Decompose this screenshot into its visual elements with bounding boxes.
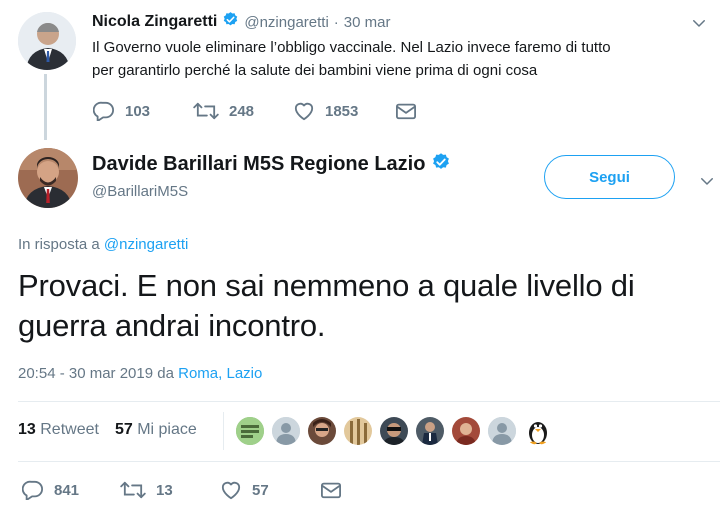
main-retweet-count: 13 [156,481,173,499]
header-separator: · [333,13,339,31]
retweet-stat-count: 13 [18,421,36,438]
liker-avatar[interactable] [306,415,338,447]
parent-tweet-text: Il Governo vuole eliminare l’obbligo vac… [92,36,712,82]
like-stat-count: 57 [114,421,133,438]
reply-context-handle[interactable]: @nzingaretti [104,236,188,253]
stats-bottom-divider [18,461,720,462]
liker-avatar[interactable] [234,415,266,447]
parent-avatar[interactable] [18,12,76,70]
main-author-handle[interactable]: @BarillariM5S [92,183,188,200]
reply-context-prefix: In risposta a [18,236,100,253]
verified-badge-icon [431,152,451,177]
follow-button-label: Segui [589,168,630,186]
follow-button[interactable]: Segui [544,155,675,199]
direct-message-icon [396,103,416,120]
parent-chevron-down-icon[interactable] [690,14,710,34]
main-text-line-1: Provaci. E non sai nemmeno a quale livel… [18,268,635,303]
stats-top-divider [18,401,720,402]
parent-reply-count: 103 [125,102,151,120]
liker-avatar[interactable] [342,415,374,447]
parent-like-count: 1853 [325,102,359,120]
parent-direct-message-button[interactable] [395,101,417,121]
main-action-bar: 841 13 57 [22,478,342,502]
main-retweet-button[interactable]: 13 [120,480,220,500]
liker-avatar[interactable] [270,415,302,447]
stats-vertical-divider [223,412,224,450]
parent-avatar-image [18,12,76,70]
main-reply-count: 841 [54,481,80,499]
reply-icon [22,480,43,500]
reply-icon [93,101,114,121]
like-stat[interactable]: 57 Mi piace [115,421,197,439]
main-like-count: 57 [252,481,269,499]
liker-avatar[interactable] [522,415,554,447]
parent-tweet-header: Nicola Zingaretti @nzingaretti · 30 mar [92,12,390,32]
parent-retweet-count: 248 [229,102,255,120]
like-stat-label: Mi piace [137,421,197,438]
parent-text-line-2: per garantirlo perché la salute dei bamb… [92,62,538,79]
main-reply-button[interactable]: 841 [22,480,120,500]
liker-avatar[interactable] [378,415,410,447]
parent-text-line-1: Il Governo vuole eliminare l’obbligo vac… [92,39,611,56]
main-author-row: Davide Barillari M5S Regione Lazio [92,151,451,177]
main-text-line-2: guerra andrai incontro. [18,308,326,343]
main-chevron-down-icon[interactable] [698,172,718,192]
retweet-stat[interactable]: 13 Retweet [18,421,99,439]
engagement-stats: 13 Retweet 57 Mi piace [18,421,197,439]
parent-reply-button[interactable]: 103 [93,101,193,121]
parent-author-name[interactable]: Nicola Zingaretti [92,13,217,31]
retweet-icon [120,481,146,499]
reply-context: In risposta a @nzingaretti [18,236,188,253]
like-icon [294,102,314,121]
main-like-button[interactable]: 57 [220,480,320,500]
tweet-location[interactable]: Roma, Lazio [178,365,262,382]
retweet-stat-label: Retweet [40,421,99,438]
liker-avatar[interactable] [450,415,482,447]
main-avatar[interactable] [18,148,78,208]
like-icon [221,481,241,500]
main-direct-message-button[interactable] [320,480,342,500]
tweet-timestamp[interactable]: 20:54 - 30 mar 2019 [18,365,153,382]
main-avatar-image [18,148,78,208]
retweet-icon [193,102,219,120]
parent-tweet-date[interactable]: 30 mar [344,14,391,31]
parent-author-handle[interactable]: @nzingaretti [244,14,328,31]
liker-avatar[interactable] [414,415,446,447]
parent-action-bar: 103 248 1853 [93,100,417,122]
tweet-from-label: da [157,365,174,382]
verified-badge-icon [222,11,239,33]
liker-avatar[interactable] [486,415,518,447]
tweet-meta: 20:54 - 30 mar 2019 da Roma, Lazio [18,365,262,382]
main-tweet-text: Provaci. E non sai nemmeno a quale livel… [18,266,718,346]
parent-retweet-button[interactable]: 248 [193,101,293,121]
main-author-name[interactable]: Davide Barillari M5S Regione Lazio [92,153,425,176]
direct-message-icon [321,482,341,499]
thread-connector-line [44,74,47,140]
parent-like-button[interactable]: 1853 [293,101,395,121]
